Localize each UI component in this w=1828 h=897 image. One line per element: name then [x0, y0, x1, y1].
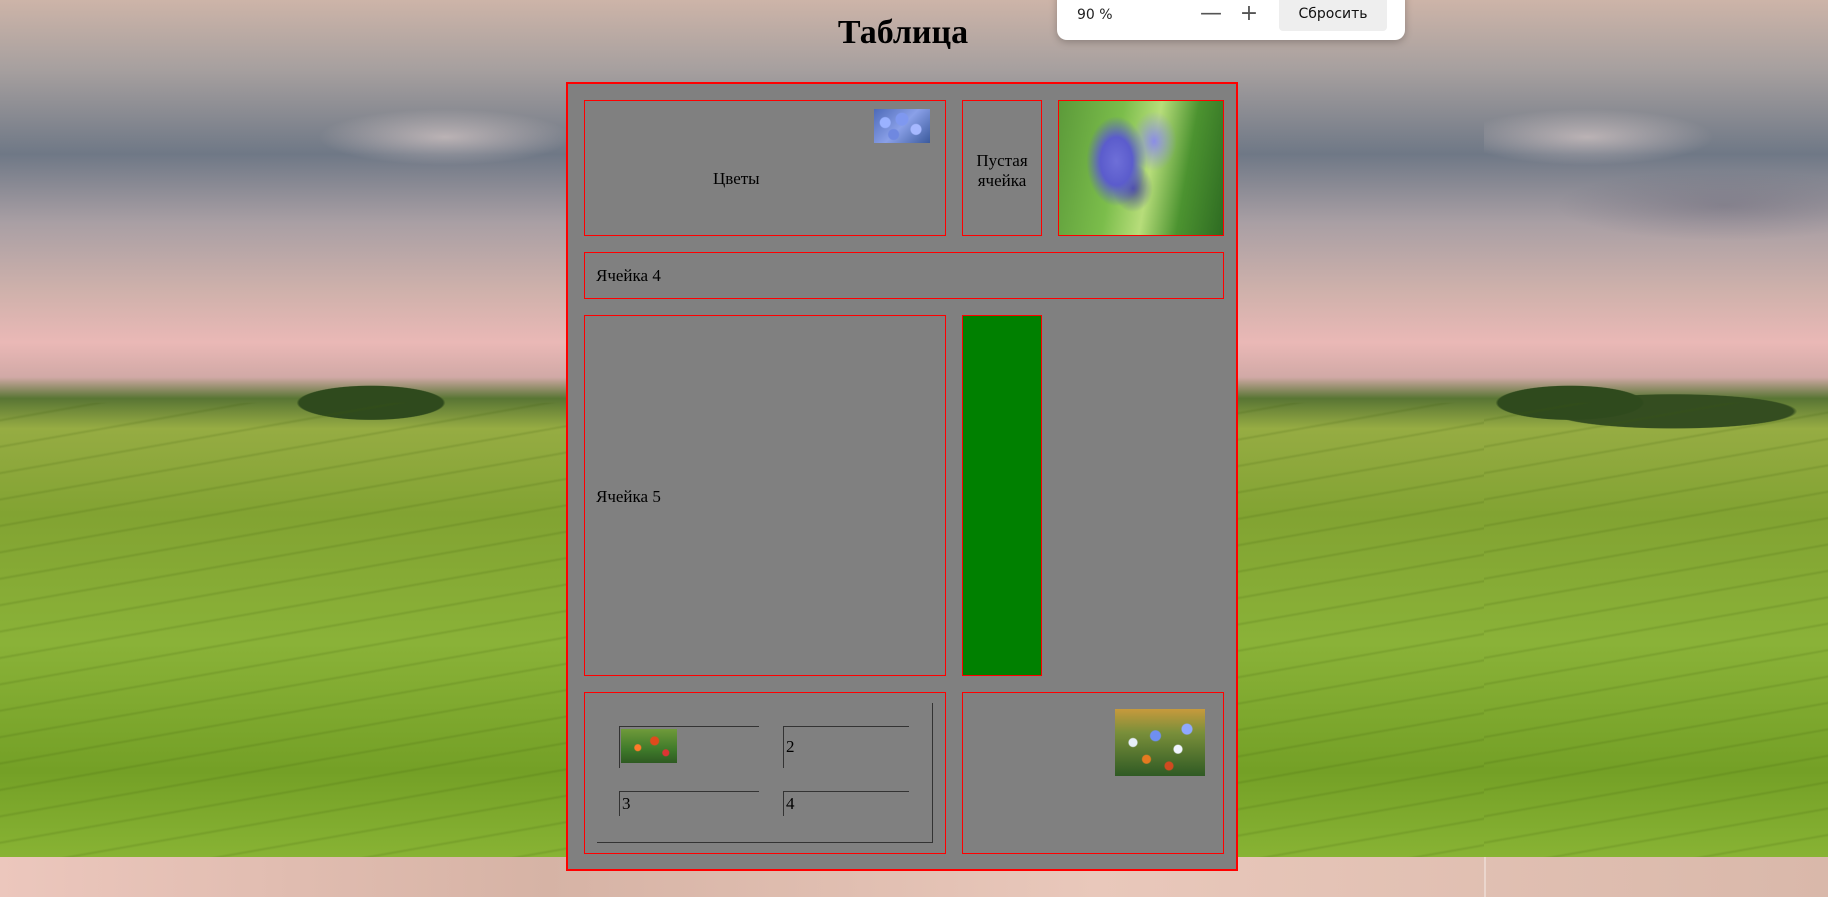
zoom-level: 90 % [1077, 7, 1113, 23]
nested-cell-4-label: 4 [786, 794, 795, 813]
nested-cell-3: 3 [619, 791, 759, 816]
cell-empty: Пустая ячейка [962, 100, 1042, 236]
cell-4-label: Ячейка 4 [596, 266, 661, 285]
cell-flowers-label: Цветы [713, 169, 760, 188]
cell-flower-photo [1058, 100, 1224, 236]
nested-cell-2-label: 2 [786, 737, 795, 756]
cell-5-label: Ячейка 5 [596, 487, 661, 506]
field-thumbnail [621, 729, 677, 763]
zoom-in-button[interactable]: + [1235, 2, 1263, 28]
nested-cell-4: 4 [783, 791, 909, 816]
nested-cell-3-label: 3 [622, 794, 631, 813]
meadow-thumbnail [1115, 709, 1205, 776]
page-title: Таблица [837, 14, 969, 51]
main-table: Цветы Пустая ячейка Ячейка 4 Ячейка 5 2 … [566, 82, 1238, 871]
nested-table: 2 3 4 [597, 703, 933, 843]
cell-empty-label: Пустая ячейка [976, 151, 1028, 190]
zoom-out-button[interactable]: — [1197, 2, 1225, 28]
nested-cell-1 [619, 726, 759, 768]
reset-zoom-button[interactable]: Сбросить [1279, 0, 1387, 31]
nested-cell-2: 2 [783, 726, 909, 768]
flower-photo [1059, 101, 1223, 235]
cell-nested-table: 2 3 4 [584, 692, 946, 854]
cell-4: Ячейка 4 [584, 252, 1224, 299]
zoom-popup: 90 % — + Сбросить [1057, 0, 1405, 40]
minus-icon: — [1200, 1, 1222, 26]
cell-green [962, 315, 1042, 676]
cell-flowers: Цветы [584, 100, 946, 236]
cell-meadow-picture [962, 692, 1224, 854]
cell-5: Ячейка 5 [584, 315, 946, 676]
flowers-thumbnail [874, 109, 930, 143]
plus-icon: + [1239, 1, 1259, 26]
background-image-repeat [1484, 0, 1828, 857]
